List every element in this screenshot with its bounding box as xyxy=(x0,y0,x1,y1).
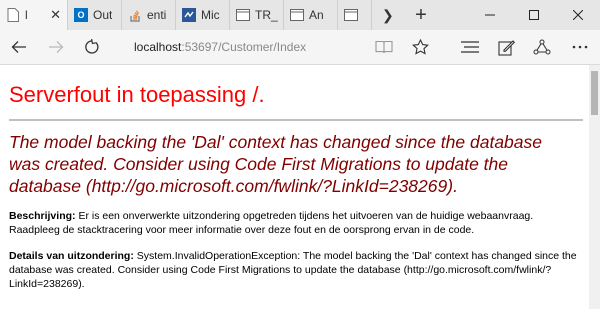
exception-label: Details van uitzondering: xyxy=(9,250,134,262)
forward-button[interactable] xyxy=(38,30,74,64)
tab-label: TR_ xyxy=(255,8,278,22)
favorite-button[interactable] xyxy=(402,30,438,64)
tab-label: Mic xyxy=(201,8,220,22)
navigation-toolbar: localhost:53697/Customer/Index xyxy=(0,30,600,65)
msdn-icon xyxy=(182,8,196,22)
tab-outlook[interactable]: O Out xyxy=(68,0,122,30)
web-note-button[interactable] xyxy=(488,30,524,64)
arrow-right-icon xyxy=(49,41,64,53)
close-window-button[interactable] xyxy=(556,0,600,30)
plus-icon: + xyxy=(415,3,427,26)
close-icon xyxy=(573,10,583,20)
minimize-button[interactable] xyxy=(468,0,512,30)
page-title: Serverfout in toepassing /. xyxy=(9,82,265,107)
more-button[interactable] xyxy=(560,30,600,64)
minimize-icon xyxy=(485,14,495,16)
divider xyxy=(9,119,583,121)
book-icon xyxy=(375,40,393,54)
maximize-button[interactable] xyxy=(512,0,556,30)
outlook-icon: O xyxy=(74,8,88,22)
tab-label: Out xyxy=(93,8,113,22)
arrow-left-icon xyxy=(11,41,26,53)
back-button[interactable] xyxy=(0,30,38,64)
refresh-button[interactable] xyxy=(74,30,110,64)
hub-button[interactable] xyxy=(452,30,488,64)
maximize-icon xyxy=(529,10,539,20)
page-content: Serverfout in toepassing /. The model ba… xyxy=(0,65,589,309)
page-icon xyxy=(290,8,304,22)
tab-tr[interactable]: TR_ xyxy=(230,0,284,30)
tab-an[interactable]: An xyxy=(284,0,338,30)
star-icon xyxy=(411,39,429,55)
tab-label: An xyxy=(309,8,324,22)
pen-note-icon xyxy=(497,39,515,56)
more-dots-icon xyxy=(572,45,588,49)
page-icon xyxy=(236,8,250,22)
share-button[interactable] xyxy=(524,30,560,64)
description-paragraph: Beschrijving: Er is een onverwerkte uitz… xyxy=(9,209,589,237)
error-message: The model backing the 'Dal' context has … xyxy=(9,132,542,196)
description-text: Er is een onverwerkte uitzondering opget… xyxy=(9,210,534,236)
page-icon xyxy=(344,8,358,22)
tab-strip: l ✕ O Out enti Mic TR_ An ❯ + xyxy=(0,0,600,30)
address-bar[interactable]: localhost:53697/Customer/Index xyxy=(130,30,366,64)
exception-paragraph: Details van uitzondering: System.Invalid… xyxy=(9,249,589,291)
tab-last[interactable] xyxy=(338,0,372,30)
refresh-icon xyxy=(85,39,99,54)
vertical-scrollbar[interactable] xyxy=(589,65,600,309)
share-icon xyxy=(533,39,551,55)
tab-label: enti xyxy=(147,8,167,22)
tab-stackoverflow[interactable]: enti xyxy=(122,0,176,30)
page-icon xyxy=(6,8,20,22)
close-tab-icon[interactable]: ✕ xyxy=(50,7,61,23)
tab-label: l xyxy=(25,8,28,22)
tab-scroll-right[interactable]: ❯ xyxy=(372,0,404,30)
description-label: Beschrijving: xyxy=(9,210,76,222)
address-host: localhost xyxy=(134,40,182,54)
reading-view-button[interactable] xyxy=(366,30,402,64)
address-path: :53697/Customer/Index xyxy=(181,40,307,54)
hub-icon xyxy=(461,41,479,53)
stackoverflow-icon xyxy=(128,8,142,22)
tab-microsoft[interactable]: Mic xyxy=(176,0,230,30)
chevron-right-icon: ❯ xyxy=(382,6,394,23)
scrollbar-thumb[interactable] xyxy=(591,71,598,115)
new-tab-button[interactable]: + xyxy=(404,0,438,30)
tab-current[interactable]: l ✕ xyxy=(0,0,68,30)
